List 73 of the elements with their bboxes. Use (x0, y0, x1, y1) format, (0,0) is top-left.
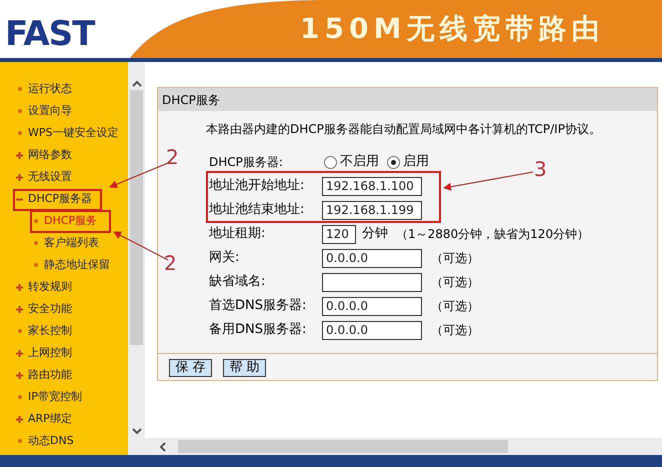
form-button[interactable]: 保 存 (169, 359, 212, 377)
menu-item[interactable]: DHCP服务器 (28, 190, 92, 208)
input-field[interactable]: 192.168.1.199 (322, 200, 422, 220)
menu-item[interactable]: ARP绑定 (28, 410, 72, 428)
menu-item[interactable]: 转发规则 (28, 278, 72, 296)
radio-label[interactable]: 启用 (403, 152, 429, 172)
bullet-icon (34, 219, 38, 223)
input-field[interactable]: 0.0.0.0 (322, 296, 422, 316)
annotation-number: 2 (164, 252, 177, 274)
field-label: 地址池结束地址: (209, 201, 306, 220)
menu-item[interactable]: IP带宽控制 (28, 388, 82, 406)
menu-item[interactable]: 无线设置 (28, 168, 72, 186)
field-label: 地址租期: (209, 225, 266, 244)
input-field[interactable]: 0.0.0.0 (322, 320, 422, 340)
plus-icon[interactable] (16, 372, 23, 378)
annotation-arrow (109, 162, 168, 188)
input-field[interactable]: 192.168.1.100 (322, 176, 422, 196)
menu-item[interactable]: 设置向导 (28, 102, 72, 120)
form-button[interactable]: 帮 助 (223, 359, 266, 377)
bullet-icon (18, 131, 22, 135)
scroll-thumb[interactable] (178, 440, 508, 453)
menu-item[interactable]: WPS一键安全设定 (28, 124, 118, 142)
field-label: 首选DNS服务器: (209, 297, 308, 316)
plus-icon[interactable] (16, 306, 23, 312)
scroll-down-icon[interactable] (132, 428, 142, 435)
input-field[interactable]: 0.0.0.0 (322, 248, 422, 268)
menu-item[interactable]: 动态DNS (28, 432, 74, 450)
plus-icon[interactable] (16, 350, 23, 356)
field-label: DHCP服务器: (209, 154, 284, 171)
brand-logo: FAST (5, 15, 94, 53)
hint-text: （1～2880分钟，缺省为120分钟） (396, 226, 590, 243)
menu-item[interactable]: 上网控制 (28, 344, 72, 362)
bullet-icon (18, 109, 22, 113)
annotation-number: 3 (534, 158, 547, 180)
menu-item[interactable]: 运行状态 (28, 80, 72, 98)
input-field[interactable] (322, 272, 422, 292)
menu-item[interactable]: 路由功能 (28, 366, 72, 384)
radio-button[interactable] (324, 156, 337, 168)
hint-text: （可选） (431, 322, 479, 339)
radio-label[interactable]: 不启用 (340, 152, 379, 172)
scroll-thumb[interactable] (130, 90, 143, 345)
bullet-icon (18, 439, 22, 443)
bullet-icon (34, 263, 38, 267)
menu-item[interactable]: 静态地址保留 (44, 256, 110, 274)
field-label: 备用DNS服务器: (209, 321, 308, 340)
unit-label: 分钟 (362, 225, 388, 244)
scroll-left-icon[interactable] (159, 442, 166, 452)
annotation-number: 2 (166, 146, 179, 168)
bullet-icon (34, 241, 38, 245)
field-label: 地址池开始地址: (209, 177, 306, 196)
hint-text: （可选） (431, 298, 479, 315)
radio-button[interactable] (387, 156, 400, 168)
menu-item[interactable]: 安全功能 (28, 300, 72, 318)
bullet-icon (18, 87, 22, 91)
bullet-icon (18, 395, 22, 399)
minus-icon[interactable] (16, 196, 23, 202)
menu-item[interactable]: 家长控制 (28, 322, 72, 340)
input-field[interactable]: 120 (322, 224, 356, 244)
panel-title: DHCP服务 (162, 92, 220, 108)
scroll-up-icon[interactable] (132, 80, 142, 87)
hint-text: （可选） (431, 250, 479, 267)
plus-icon[interactable] (16, 174, 23, 180)
plus-icon[interactable] (16, 416, 23, 422)
product-title: 150M无线宽带路由 (300, 12, 604, 46)
hint-text: （可选） (431, 274, 479, 291)
field-label: 缺省域名: (209, 273, 266, 292)
field-label: 网关: (209, 249, 240, 268)
menu-item[interactable]: 网络参数 (28, 146, 72, 164)
bullet-icon (18, 329, 22, 333)
description-text: 本路由器内建的DHCP服务器能自动配置局域网中各计算机的TCP/IP协议。 (206, 122, 601, 136)
plus-icon[interactable] (16, 152, 23, 158)
menu-item[interactable]: 客户端列表 (44, 234, 99, 252)
plus-icon[interactable] (16, 284, 23, 290)
